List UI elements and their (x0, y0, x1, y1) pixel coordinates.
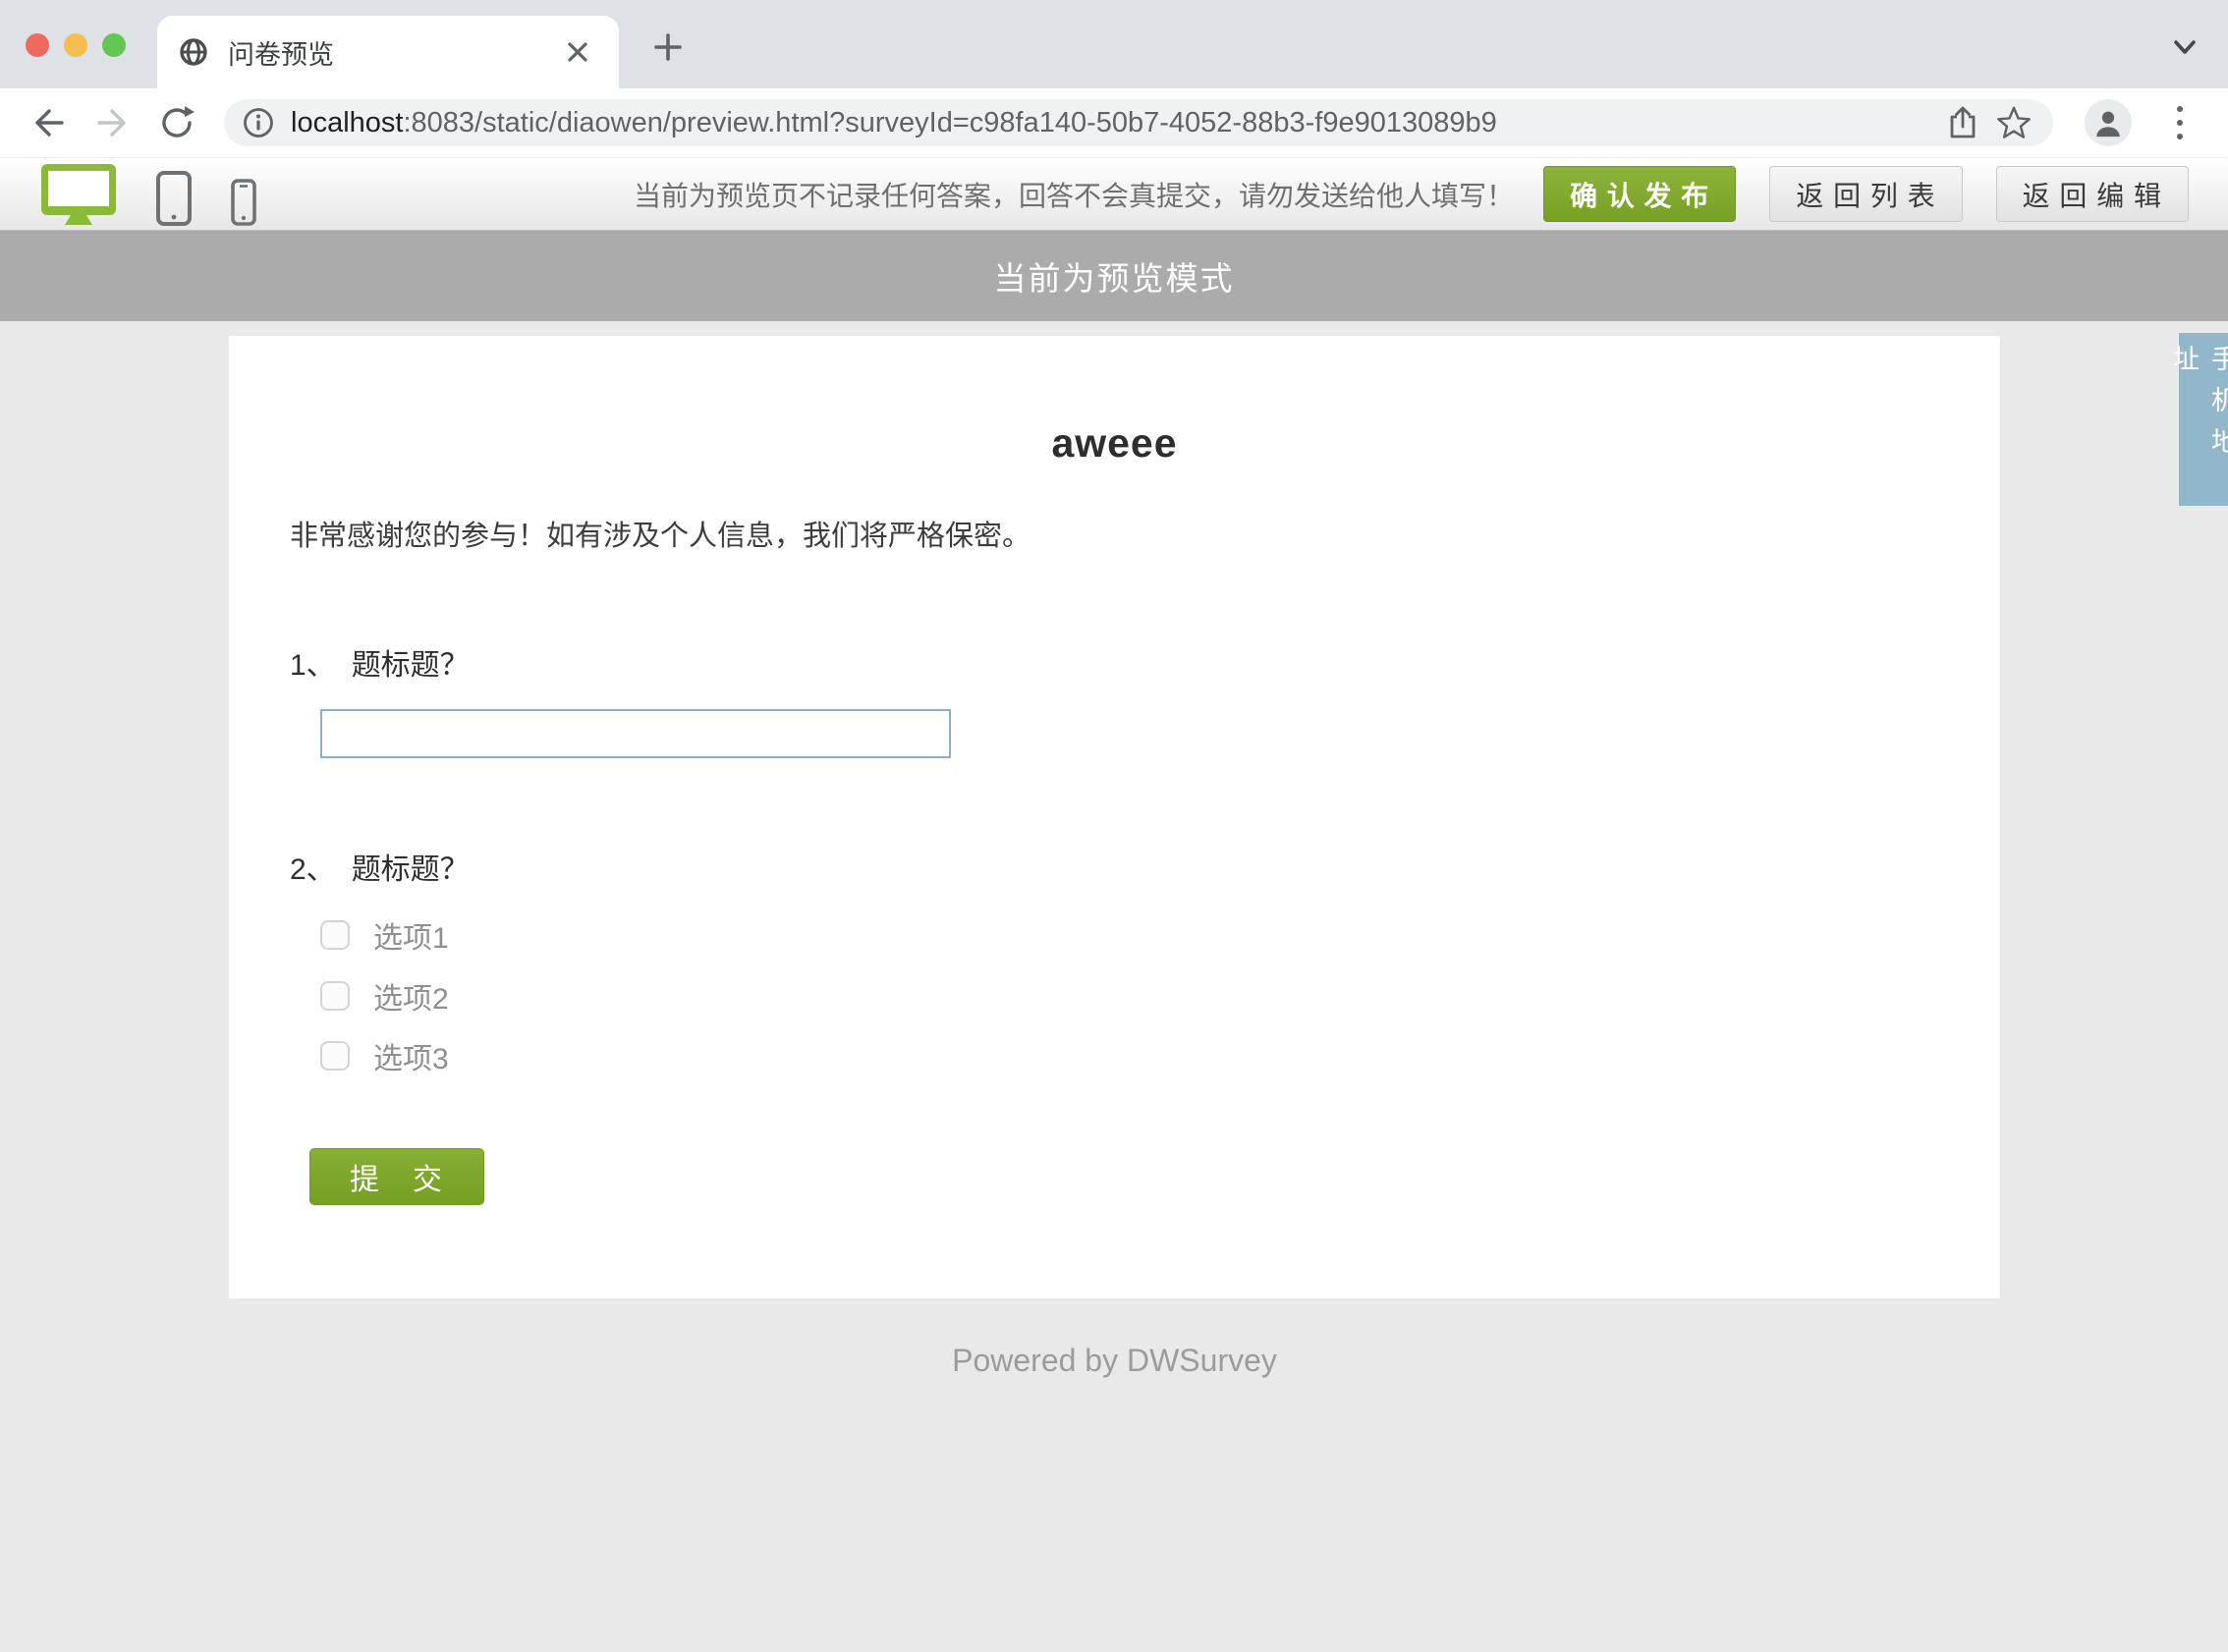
option-1-label[interactable]: 选项1 (373, 913, 449, 957)
phone-icon[interactable] (230, 178, 257, 227)
close-window-button[interactable] (26, 33, 49, 57)
forward-icon[interactable] (85, 95, 140, 150)
question-1-text-input[interactable] (320, 709, 951, 758)
survey-page: aweee 非常感谢您的参与！如有涉及个人信息，我们将严格保密。 1、题标题？ … (0, 321, 2228, 1651)
question-1-label: 1、题标题？ (290, 640, 470, 684)
globe-favicon-icon (179, 37, 208, 67)
question-2-label: 2、题标题？ (290, 845, 470, 888)
checkbox-option-2[interactable] (320, 981, 350, 1011)
browser-menu-icon[interactable] (2152, 95, 2207, 150)
question-2-title: 题标题？ (352, 854, 470, 886)
preview-toolbar: 当前为预览页不记录任何答案，回答不会真提交，请勿发送给他人填写！ 确 认 发 布… (0, 157, 2228, 231)
preview-notice-text: 当前为预览页不记录任何答案，回答不会真提交，请勿发送给他人填写！ (634, 175, 1514, 214)
question-2-option-3[interactable]: 选项3 (320, 1036, 449, 1075)
url-text: localhost:8083/static/diaowen/preview.ht… (291, 107, 1937, 139)
option-3-label[interactable]: 选项3 (373, 1034, 449, 1077)
tablet-icon[interactable] (155, 170, 193, 227)
tab-strip: 问卷预览 (0, 0, 2228, 88)
maximize-window-button[interactable] (102, 33, 126, 57)
site-info-icon[interactable] (242, 106, 275, 139)
desktop-icon[interactable] (39, 162, 118, 227)
powered-by-footer: Powered by DWSurvey (229, 1343, 2000, 1379)
question-2-number: 2、 (290, 854, 336, 886)
survey-title: aweee (229, 420, 2000, 467)
question-2-option-2[interactable]: 选项2 (320, 976, 449, 1016)
reload-icon[interactable] (150, 95, 205, 150)
survey-greeting: 非常感谢您的参与！如有涉及个人信息，我们将严格保密。 (290, 513, 1030, 554)
address-bar[interactable]: localhost:8083/static/diaowen/preview.ht… (224, 99, 2053, 146)
checkbox-option-3[interactable] (320, 1041, 350, 1071)
browser-window: 问卷预览 (0, 0, 2228, 157)
preview-mode-banner: 当前为预览模式 (0, 231, 2228, 321)
browser-toolbar: localhost:8083/static/diaowen/preview.ht… (0, 88, 2228, 157)
new-tab-button[interactable] (641, 20, 696, 75)
bookmark-star-icon[interactable] (1988, 97, 2039, 148)
option-2-label[interactable]: 选项2 (373, 974, 449, 1018)
question-1-title: 题标题？ (352, 649, 470, 682)
question-1-number: 1、 (290, 649, 336, 682)
share-icon[interactable] (1937, 97, 1988, 148)
profile-avatar[interactable] (2085, 99, 2132, 146)
device-switcher (39, 162, 257, 227)
submit-button[interactable]: 提 交 (309, 1148, 484, 1205)
mobile-address-tab[interactable]: 手机地址 (2179, 333, 2228, 506)
browser-tab[interactable]: 问卷预览 (157, 16, 619, 88)
checkbox-option-1[interactable] (320, 920, 350, 950)
window-controls (26, 33, 126, 57)
back-to-edit-button[interactable]: 返 回 编 辑 (1996, 166, 2189, 222)
url-path: :8083/static/diaowen/preview.html?survey… (403, 107, 1496, 138)
confirm-publish-button[interactable]: 确 认 发 布 (1543, 166, 1736, 222)
back-icon[interactable] (21, 95, 76, 150)
url-host: localhost (291, 107, 403, 138)
tab-close-icon[interactable] (558, 32, 597, 72)
survey-card: aweee 非常感谢您的参与！如有涉及个人信息，我们将严格保密。 1、题标题？ … (229, 336, 2000, 1298)
question-2-option-1[interactable]: 选项1 (320, 915, 449, 955)
minimize-window-button[interactable] (64, 33, 87, 57)
tab-search-chevron-icon[interactable] (2167, 29, 2202, 65)
back-to-list-button[interactable]: 返 回 列 表 (1769, 166, 1962, 222)
tab-title: 问卷预览 (228, 33, 558, 72)
